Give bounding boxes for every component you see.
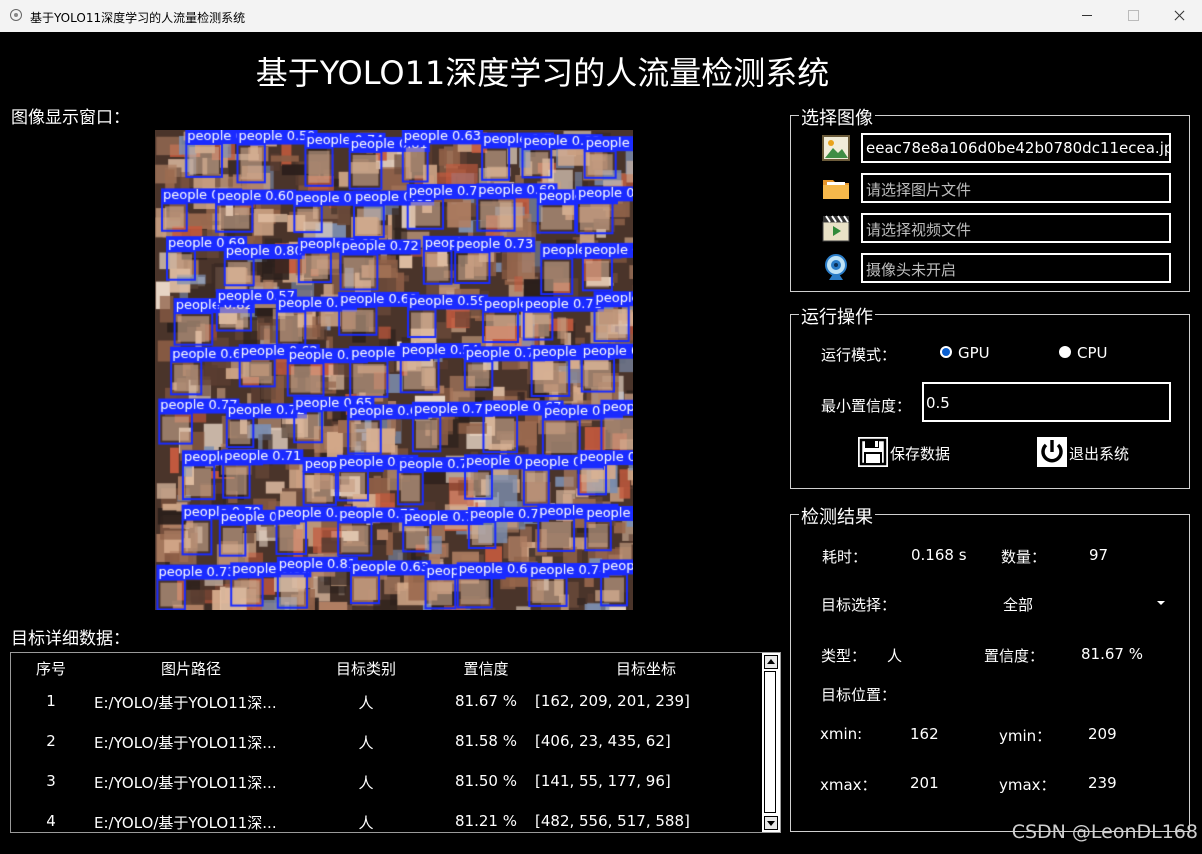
save-label: 保存数据 [890, 445, 951, 463]
confidence-value: 81.67 % [1081, 645, 1143, 663]
cell-index: 3 [46, 772, 56, 790]
exit-label: 退出系统 [1069, 445, 1130, 463]
table-title: 目标详细数据： [11, 629, 130, 649]
results-title: 检测结果 [799, 503, 875, 529]
cell-class: 人 [358, 814, 374, 832]
count-value: 97 [1089, 546, 1109, 564]
video-path-input[interactable]: 请选择视频文件 [861, 213, 1171, 243]
app-icon [10, 9, 22, 21]
exit-button[interactable]: 退出系统 [1036, 436, 1146, 468]
xmin-label: xmin: [820, 725, 863, 743]
time-value: 0.168 s [911, 546, 967, 564]
confidence-label: 置信度： [984, 647, 1045, 665]
save-button[interactable]: 保存数据 [857, 436, 967, 468]
cell-class: 人 [358, 774, 374, 792]
window-title: 基于YOLO11深度学习的人流量检测系统 [30, 11, 246, 25]
cell-confidence: 81.50 % [455, 772, 517, 790]
results-group: 检测结果 耗时： 0.168 s 数量： 97 目标选择： 全部 类型： 人 置… [790, 503, 1190, 832]
type-label: 类型： [821, 647, 867, 665]
min-confidence-label: 最小置信度： [821, 397, 912, 415]
type-value: 人 [887, 647, 903, 665]
video-file-icon[interactable] [821, 213, 851, 243]
camera-status-input[interactable]: 摄像头未开启 [861, 253, 1171, 283]
count-label: 数量： [1001, 548, 1047, 566]
run-ops-title: 运行操作 [799, 303, 875, 329]
cell-coords: [482, 556, 517, 588] [535, 812, 690, 830]
cell-index: 1 [46, 692, 56, 710]
cell-confidence: 81.67 % [455, 692, 517, 710]
minimize-button[interactable] [1064, 0, 1110, 32]
scroll-up-icon[interactable] [764, 655, 778, 669]
cell-class: 人 [358, 734, 374, 752]
page-title: 基于YOLO11深度学习的人流量检测系统 [255, 54, 830, 92]
cell-confidence: 81.58 % [455, 732, 517, 750]
image-file-field[interactable]: eeac78e8a106d0be42b0780dc11ecea.jpg [861, 133, 1171, 163]
cell-path: E:/YOLO/基于YOLO11深... [94, 694, 277, 712]
close-button[interactable] [1156, 0, 1202, 32]
ymax-label: ymax： [999, 776, 1056, 794]
image-path-input[interactable]: 请选择图片文件 [861, 173, 1171, 203]
xmin-value: 162 [910, 725, 939, 743]
scroll-thumb[interactable] [764, 671, 776, 813]
cell-index: 4 [46, 812, 56, 830]
xmax-label: xmax： [820, 776, 877, 794]
chevron-down-icon[interactable] [1157, 601, 1165, 605]
cell-class: 人 [358, 694, 374, 712]
ymax-value: 239 [1088, 774, 1117, 792]
table-scrollbar[interactable] [762, 653, 780, 832]
target-select-label: 目标选择： [821, 596, 897, 614]
run-mode-label: 运行模式： [821, 346, 897, 364]
folder-icon[interactable] [821, 173, 851, 203]
detection-image [155, 130, 633, 610]
detection-canvas [155, 130, 633, 610]
table-row[interactable]: 4 E:/YOLO/基于YOLO11深... 人 81.21 % [482, 5… [11, 803, 763, 843]
header-class: 目标类别 [335, 660, 396, 678]
image-window-label: 图像显示窗口： [11, 108, 130, 128]
cell-confidence: 81.21 % [455, 812, 517, 830]
camera-icon[interactable] [821, 253, 851, 283]
position-label: 目标位置： [821, 686, 897, 704]
xmax-value: 201 [910, 774, 939, 792]
ymin-label: ymin： [999, 727, 1052, 745]
ymin-value: 209 [1088, 725, 1117, 743]
cell-path: E:/YOLO/基于YOLO11深... [94, 774, 277, 792]
select-image-group: 选择图像 eeac78e8a106d0be42b0780dc11ecea.jpg… [790, 104, 1190, 292]
table-row[interactable]: 1 E:/YOLO/基于YOLO11深... 人 81.67 % [162, 2… [11, 683, 763, 723]
target-select-value[interactable]: 全部 [1003, 594, 1033, 615]
header-path: 图片路径 [160, 660, 221, 678]
cell-coords: [141, 55, 177, 96] [535, 772, 671, 790]
maximize-button[interactable] [1110, 0, 1156, 32]
run-ops-group: 运行操作 运行模式： GPU CPU 最小置信度： 0.5 保存数据 退出系统 [790, 303, 1190, 489]
table-row[interactable]: 2 E:/YOLO/基于YOLO11深... 人 81.58 % [406, 2… [11, 723, 763, 763]
detail-table: 序号 图片路径 目标类别 置信度 目标坐标 1 E:/YOLO/基于YOLO11… [10, 652, 781, 833]
scroll-down-icon[interactable] [764, 816, 778, 830]
header-coords: 目标坐标 [615, 660, 676, 678]
cpu-radio[interactable] [1059, 346, 1071, 358]
cpu-label[interactable]: CPU [1077, 344, 1108, 362]
header-index: 序号 [35, 660, 66, 678]
image-file-icon[interactable] [821, 133, 851, 163]
cell-coords: [406, 23, 435, 62] [535, 732, 671, 750]
csdn-watermark: CSDN @LeonDL168 [1011, 821, 1198, 843]
window-titlebar: 基于YOLO11深度学习的人流量检测系统 [0, 0, 1202, 32]
min-confidence-input[interactable]: 0.5 [922, 382, 1171, 422]
header-confidence: 置信度 [463, 660, 509, 678]
save-icon [857, 436, 889, 468]
cell-coords: [162, 209, 201, 239] [535, 692, 690, 710]
table-row[interactable]: 3 E:/YOLO/基于YOLO11深... 人 81.50 % [141, 5… [11, 763, 763, 803]
gpu-radio[interactable] [940, 346, 952, 358]
power-icon [1036, 436, 1068, 468]
select-image-title: 选择图像 [799, 104, 875, 130]
time-label: 耗时： [822, 548, 868, 566]
gpu-label[interactable]: GPU [958, 344, 990, 362]
cell-index: 2 [46, 732, 56, 750]
cell-path: E:/YOLO/基于YOLO11深... [94, 814, 277, 832]
table-header: 序号 图片路径 目标类别 置信度 目标坐标 [11, 653, 763, 681]
cell-path: E:/YOLO/基于YOLO11深... [94, 734, 277, 752]
